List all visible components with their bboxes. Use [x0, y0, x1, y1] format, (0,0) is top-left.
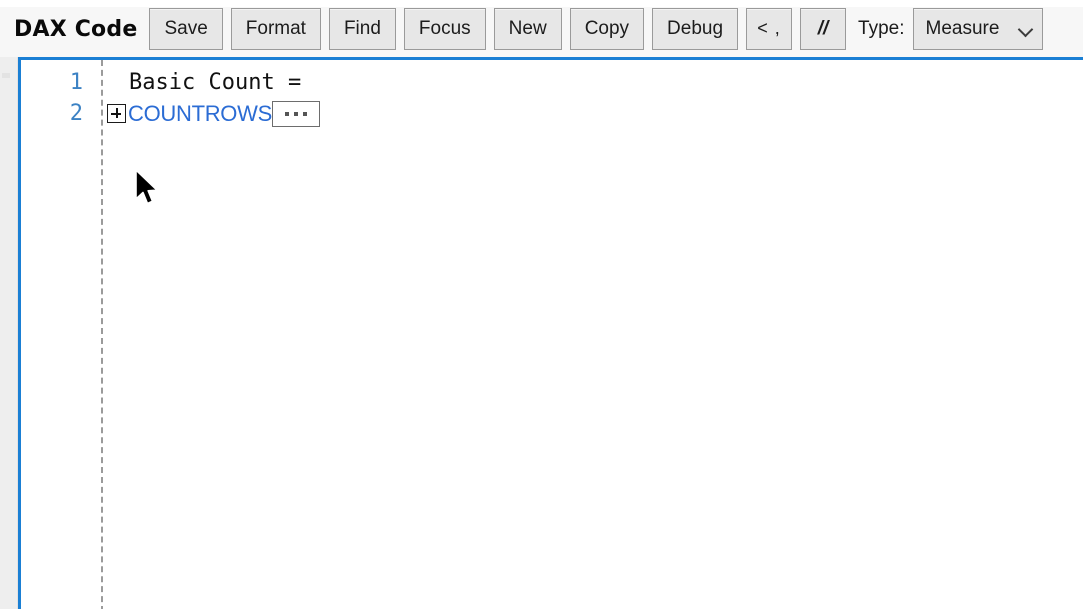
plus-fold-icon[interactable]	[107, 104, 126, 123]
margin-artifact	[2, 73, 10, 78]
ellipsis-dot	[302, 111, 307, 116]
type-dropdown-value: Measure	[925, 17, 1000, 39]
copy-button[interactable]: Copy	[569, 7, 645, 50]
save-button[interactable]: Save	[149, 7, 223, 50]
collapsed-region-box[interactable]: ...	[271, 100, 320, 127]
code-editor-area[interactable]: 1 Basic Count = 2 COUNTROWS ...	[18, 57, 1083, 609]
dax-function-name: COUNTROWS	[128, 100, 272, 126]
page-title: DAX Code	[14, 16, 138, 42]
format-button[interactable]: Format	[230, 7, 321, 50]
debug-button[interactable]: Debug	[652, 7, 739, 50]
left-margin-strip	[0, 57, 18, 609]
dax-code-editor-window: DAX Code Save Format Find Focus New Copy…	[0, 0, 1083, 609]
focus-button[interactable]: Focus	[403, 7, 486, 50]
ellipsis-dot	[284, 111, 289, 116]
code-line-2-content[interactable]: COUNTROWS ...	[107, 98, 320, 129]
comment-button[interactable]: //	[800, 7, 847, 50]
code-line-1-content[interactable]: Basic Count =	[107, 67, 301, 98]
new-button[interactable]: New	[493, 7, 562, 50]
line-number: 2	[69, 101, 83, 126]
type-label: Type:	[858, 17, 905, 39]
find-button[interactable]: Find	[328, 7, 396, 50]
less-comma-button[interactable]: < ,	[746, 7, 793, 50]
ellipsis-dot	[293, 111, 298, 116]
type-dropdown[interactable]: Measure	[912, 7, 1043, 50]
toolbar: DAX Code Save Format Find Focus New Copy…	[0, 0, 1083, 57]
mouse-arrow-pointer	[135, 169, 158, 205]
line-number: 1	[69, 70, 83, 95]
code-lines: 1 Basic Count = 2 COUNTROWS ...	[21, 67, 1083, 129]
code-text: Basic Count =	[129, 70, 302, 95]
code-line-2: 2 COUNTROWS ...	[21, 98, 1083, 129]
gutter-divider	[101, 60, 103, 609]
code-line-1: 1 Basic Count =	[21, 67, 1083, 98]
chevron-down-icon	[1019, 24, 1033, 33]
